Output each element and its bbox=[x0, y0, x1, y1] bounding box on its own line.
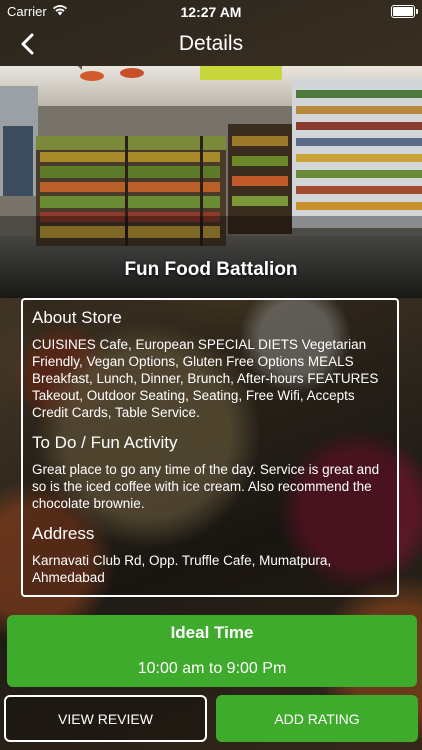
view-review-button[interactable]: VIEW REVIEW bbox=[4, 695, 207, 742]
ideal-time-heading: Ideal Time bbox=[170, 623, 254, 642]
address-heading: Address bbox=[32, 524, 95, 543]
navigation-bar: Details bbox=[0, 22, 422, 66]
status-bar: Carrier 12:27 AM bbox=[0, 0, 422, 22]
about-store-text: CUISINES Cafe, European SPECIAL DIETS Ve… bbox=[32, 337, 379, 420]
about-store-heading: About Store bbox=[32, 308, 122, 327]
todo-text: Great place to go any time of the day. S… bbox=[32, 462, 380, 511]
clock: 12:27 AM bbox=[180, 4, 242, 20]
add-rating-button[interactable]: ADD RATING bbox=[216, 695, 418, 742]
ideal-time-value: 10:00 am to 9:00 Pm bbox=[137, 660, 287, 677]
store-name: Fun Food Battalion bbox=[124, 259, 298, 280]
store-info-card: About Store CUISINES Cafe, European SPEC… bbox=[21, 298, 399, 597]
battery-icon bbox=[391, 5, 418, 18]
address-text: Karnavati Club Rd, Opp. Truffle Cafe, Mu… bbox=[32, 553, 332, 585]
todo-heading: To Do / Fun Activity bbox=[32, 433, 178, 452]
page-title: Details bbox=[178, 32, 244, 55]
ideal-time-panel: Ideal Time 10:00 am to 9:00 Pm bbox=[7, 615, 417, 687]
